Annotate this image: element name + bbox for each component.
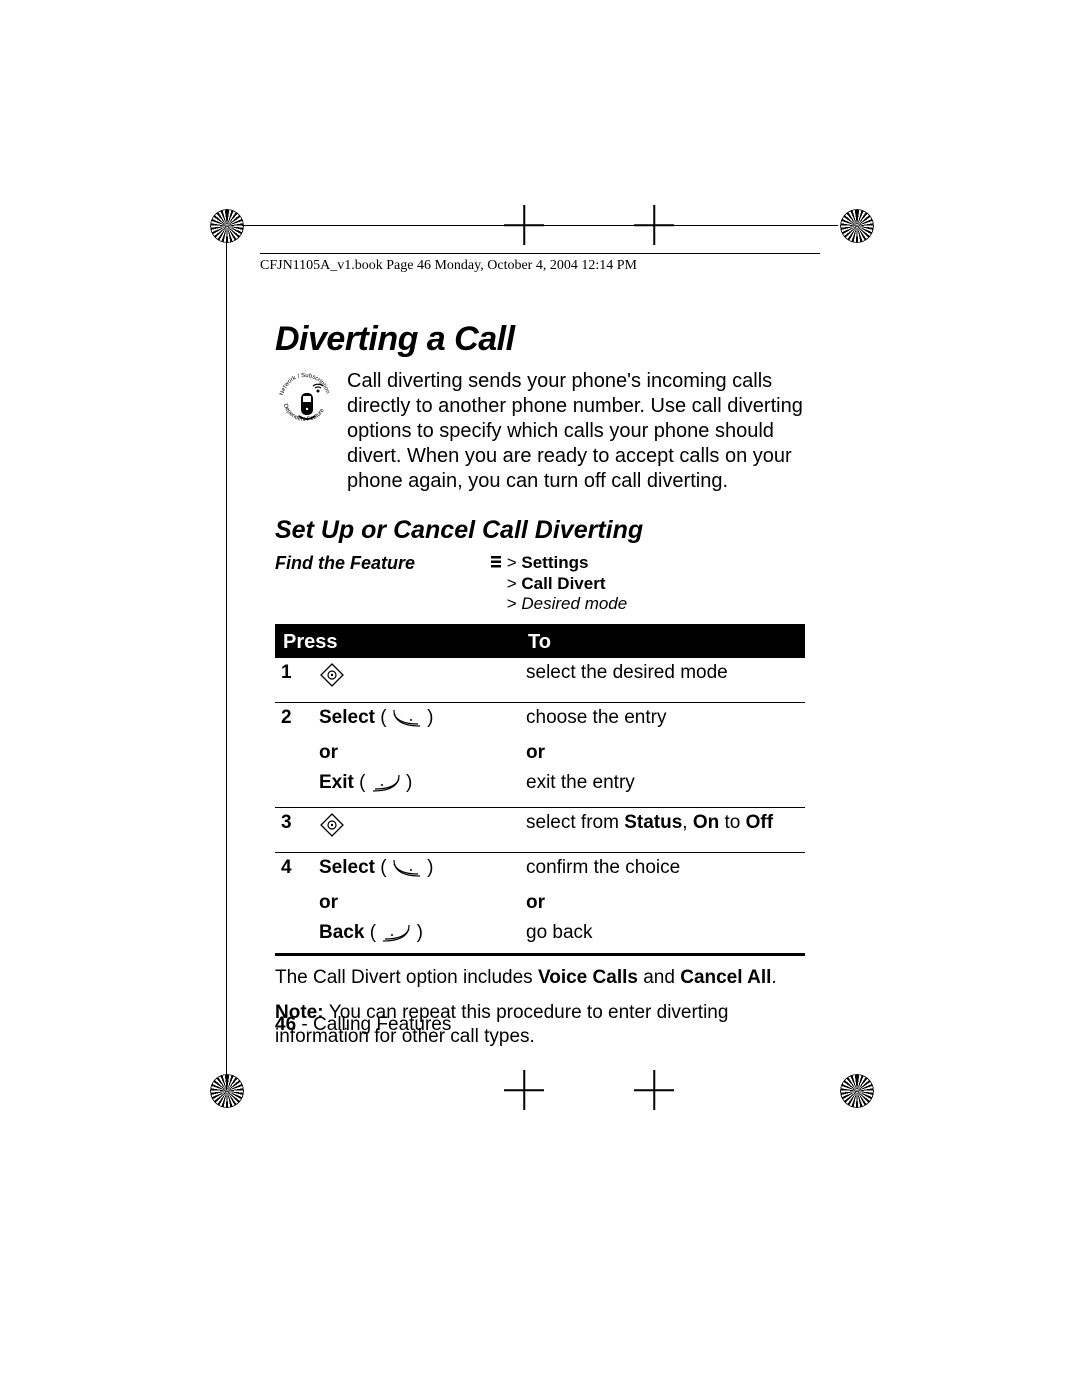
intro-block: Network / Subscription Dependent Feature… (275, 369, 805, 498)
path-calldivert: Call Divert (521, 574, 605, 593)
network-feature-icon: Network / Subscription Dependent Feature (275, 369, 335, 429)
table-row: 4 Select ( ) confirm the choice (275, 853, 805, 889)
right-softkey-icon (392, 708, 422, 734)
step-num: 3 (275, 808, 313, 853)
running-head: CFJN1105A_v1.book Page 46 Monday, Octobe… (260, 258, 637, 274)
right-softkey-icon (392, 858, 422, 884)
table-row: Back ( ) go back (275, 918, 805, 955)
regmark-icon (840, 1074, 874, 1108)
to-or: or (520, 888, 805, 918)
step-num: 2 (275, 703, 313, 739)
intro-text: Call diverting sends your phone's incomi… (347, 369, 805, 494)
select-label: Select (319, 857, 375, 878)
path-desired: Desired mode (521, 594, 627, 613)
press-cell (313, 658, 520, 703)
col-press: Press (275, 626, 520, 659)
path-sep: > (507, 574, 522, 593)
find-feature-label: Find the Feature (275, 553, 490, 614)
to-cell: select from Status, On to Off (520, 808, 805, 853)
regmark-icon (210, 1074, 244, 1108)
press-cell (313, 808, 520, 853)
press-cell: Select ( ) (313, 703, 520, 739)
chapter-name: Calling Features (313, 1014, 451, 1035)
to-cell: confirm the choice (520, 853, 805, 889)
left-softkey-icon (381, 923, 411, 949)
select-label: Select (319, 707, 375, 728)
after-p1: The Call Divert option includes Voice Ca… (275, 966, 805, 991)
regmark-icon (508, 1074, 540, 1106)
table-row: or or (275, 888, 805, 918)
back-label: Back (319, 922, 364, 943)
step-num: 1 (275, 658, 313, 703)
col-to: To (520, 626, 805, 659)
frame-line (242, 225, 838, 226)
table-header-row: Press To (275, 626, 805, 659)
path-sep: > (507, 594, 522, 613)
press-or: or (313, 888, 520, 918)
menu-icon (490, 554, 502, 574)
page: CFJN1105A_v1.book Page 46 Monday, Octobe… (0, 0, 1080, 1397)
press-cell: Select ( ) (313, 853, 520, 889)
step-num: 4 (275, 853, 313, 889)
table-row: 1 select the desired mode (275, 658, 805, 703)
path-settings: Settings (521, 553, 588, 572)
nav-key-icon (319, 812, 345, 844)
path-sep: > (507, 553, 522, 572)
find-feature-path: > Settings > Call Divert > Desired mode (490, 553, 627, 614)
regmark-icon (840, 209, 874, 243)
nav-key-icon (319, 662, 345, 694)
page-footer: 46 - Calling Features (275, 1014, 451, 1036)
to-or: or (520, 738, 805, 768)
to-cell: exit the entry (520, 768, 805, 808)
content-area: Diverting a Call Network / Subscription … (275, 320, 805, 1060)
table-row: 3 select from Status, On to Off (275, 808, 805, 853)
svg-text:Network / Subscription: Network / Subscription (279, 373, 330, 396)
exit-label: Exit (319, 772, 354, 793)
regmark-icon (638, 1074, 670, 1106)
frame-line (226, 240, 227, 1090)
table-row: Exit ( ) exit the entry (275, 768, 805, 808)
subsection-title: Set Up or Cancel Call Diverting (275, 516, 805, 545)
to-cell: choose the entry (520, 703, 805, 739)
steps-table: Press To 1 select the desired mode 2 Sel… (275, 624, 805, 956)
press-cell: Back ( ) (313, 918, 520, 955)
left-softkey-icon (371, 773, 401, 799)
find-feature-row: Find the Feature > Settings > Call Diver… (275, 553, 805, 614)
regmark-icon (210, 209, 244, 243)
table-row: or or (275, 738, 805, 768)
table-row: 2 Select ( ) choose the entry (275, 703, 805, 739)
press-or: or (313, 738, 520, 768)
to-cell: go back (520, 918, 805, 955)
press-cell: Exit ( ) (313, 768, 520, 808)
header-rule (260, 253, 820, 254)
to-cell: select the desired mode (520, 658, 805, 703)
section-title: Diverting a Call (275, 320, 805, 359)
page-number: 46 (275, 1014, 296, 1035)
